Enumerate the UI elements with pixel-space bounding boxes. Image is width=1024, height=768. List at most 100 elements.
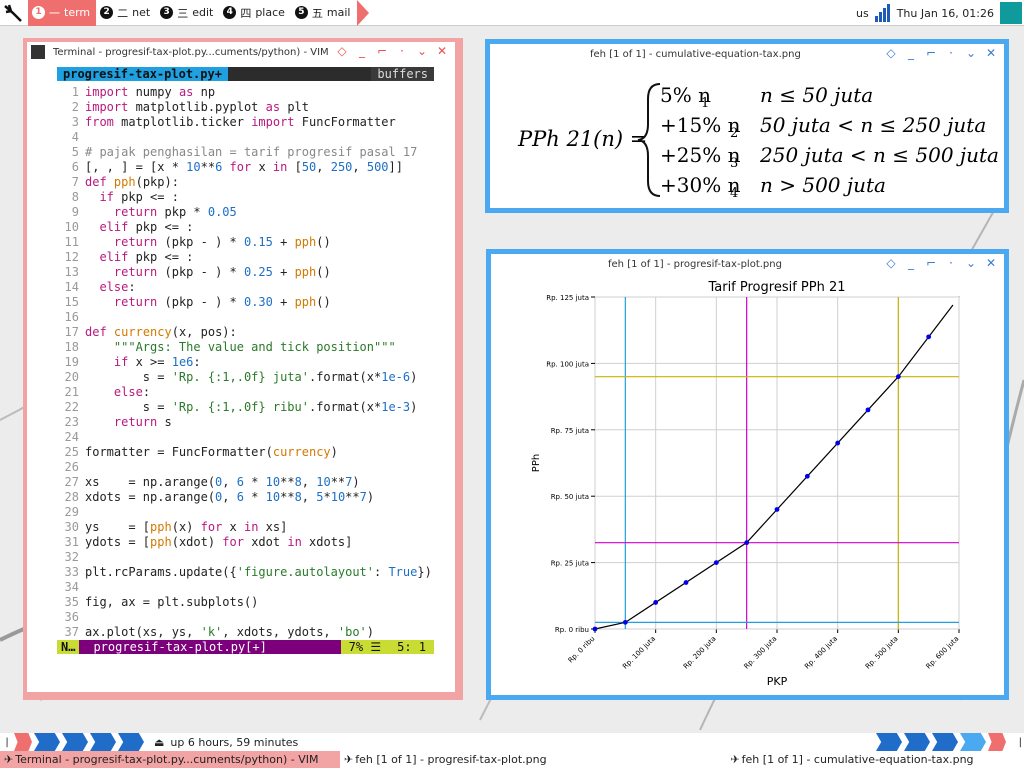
clock[interactable]: Thu Jan 16, 01:26 <box>897 7 994 20</box>
code-line[interactable]: 30 ys = [pph(x) for x in xs] <box>57 520 434 535</box>
plot-titlebar[interactable]: feh [1 of 1] - progresif-tax-plot.png ◇ … <box>491 254 1004 274</box>
workspace-2[interactable]: 2 二 net <box>96 0 156 26</box>
menu-logo-icon[interactable] <box>0 0 26 26</box>
code-editor[interactable]: 1 import numpy as np 2 import matplotlib.py… <box>57 85 434 640</box>
code-line[interactable]: 3 from matplotlib.ticker import FuncForma… <box>57 115 434 130</box>
svg-text:2: 2 <box>730 126 738 141</box>
code-line[interactable]: 26 <box>57 460 434 475</box>
workspace-switcher: 1 一 term 2 二 net 3 三 edit 4 四 place 5 五 mail <box>28 0 369 26</box>
code-line[interactable]: 22 s = 'Rp. {:1,.0f} ribu'.format(x*1e-3… <box>57 400 434 415</box>
close-icon[interactable]: ✕ <box>984 46 998 60</box>
code-line[interactable]: 13 return (pkp - ) * 0.25 + pph() <box>57 265 434 280</box>
workspace-1[interactable]: 1 一 term <box>28 0 97 26</box>
plot-title: feh [1 of 1] - progresif-tax-plot.png <box>608 258 782 270</box>
code-line[interactable]: 28 xdots = np.arange(0, 6 * 10**8, 5*10**… <box>57 490 434 505</box>
line-number: 12 <box>64 250 79 264</box>
line-number: 6 <box>71 160 79 174</box>
close-icon[interactable]: ✕ <box>435 44 449 58</box>
menu-dot-icon[interactable]: · <box>395 44 409 58</box>
code-line[interactable]: 19 if x >= 1e6: <box>57 355 434 370</box>
mini-workspaces-left[interactable] <box>14 733 146 751</box>
maximize-icon[interactable]: ⌐ <box>924 46 938 60</box>
vim-cursor-pos: 5: 1 <box>389 640 434 654</box>
shade-icon[interactable]: ⌄ <box>964 46 978 60</box>
equation-image: PPh 21(n) = 5% n 1 n ≤ 50 juta +15% n 2 … <box>517 83 999 201</box>
task-plot[interactable]: ✈ feh [1 of 1] - progresif-tax-plot.png <box>340 751 680 768</box>
line-number: 23 <box>64 415 79 429</box>
code-line[interactable]: 16 <box>57 310 434 325</box>
app-corner-icon[interactable] <box>1000 2 1022 24</box>
minimize-icon[interactable]: _ <box>904 256 918 270</box>
task-equation[interactable]: ✈ feh [1 of 1] - cumulative-equation-tax.… <box>680 751 1024 768</box>
task-icon: ✈ <box>4 753 14 766</box>
line-number: 30 <box>64 520 79 534</box>
line-number: 34 <box>64 580 79 594</box>
code-line[interactable]: 2 import matplotlib.pyplot as plt <box>57 100 434 115</box>
task-terminal[interactable]: ✈ Terminal - progresif-tax-plot.py...cume… <box>0 751 340 768</box>
code-line[interactable]: 23 return s <box>57 415 434 430</box>
code-line[interactable]: 37 ax.plot(xs, ys, 'k', xdots, ydots, 'bo… <box>57 625 434 640</box>
code-line[interactable]: 4 <box>57 130 434 145</box>
maximize-icon[interactable]: ⌐ <box>375 44 389 58</box>
code-line[interactable]: 34 <box>57 580 434 595</box>
vim-tabline: progresif-tax-plot.py+ buffers <box>57 67 434 81</box>
menu-dot-icon[interactable]: · <box>944 256 958 270</box>
code-line[interactable]: 14 else: <box>57 280 434 295</box>
workspace-4[interactable]: 4 四 place <box>219 0 291 26</box>
code-line[interactable]: 25 formatter = FuncFormatter(currency) <box>57 445 434 460</box>
workspace-3[interactable]: 3 三 edit <box>156 0 219 26</box>
svg-text:n > 500 juta: n > 500 juta <box>760 173 886 197</box>
menu-dot-icon[interactable]: · <box>944 46 958 60</box>
code-line[interactable]: 35 fig, ax = plt.subplots() <box>57 595 434 610</box>
pph-dot <box>774 507 780 512</box>
code-line[interactable]: 7 def pph(pkp): <box>57 175 434 190</box>
code-line[interactable]: 36 <box>57 610 434 625</box>
code-line[interactable]: 15 return (pkp - ) * 0.30 + pph() <box>57 295 434 310</box>
code-line[interactable]: 21 else: <box>57 385 434 400</box>
code-line[interactable]: 1 import numpy as np <box>57 85 434 100</box>
workspace-5[interactable]: 5 五 mail <box>291 0 357 26</box>
line-number: 24 <box>64 430 79 444</box>
code-line[interactable]: 20 s = 'Rp. {:1,.0f} juta'.format(x*1e-6… <box>57 370 434 385</box>
terminal-titlebar[interactable]: Terminal - progresif-tax-plot.py...cumen… <box>27 42 455 62</box>
sticky-icon[interactable]: ◇ <box>335 44 349 58</box>
shade-icon[interactable]: ⌄ <box>415 44 429 58</box>
sticky-icon[interactable]: ◇ <box>884 256 898 270</box>
code-line[interactable]: 17 def currency(x, pos): <box>57 325 434 340</box>
vim-tab[interactable]: progresif-tax-plot.py+ <box>57 67 228 81</box>
code-line[interactable]: 33 plt.rcParams.update({'figure.autolayou… <box>57 565 434 580</box>
keyboard-layout[interactable]: us <box>856 7 869 20</box>
sticky-icon[interactable]: ◇ <box>884 46 898 60</box>
code-line[interactable]: 32 <box>57 550 434 565</box>
equation-titlebar[interactable]: feh [1 of 1] - cumulative-equation-tax.p… <box>490 44 1004 64</box>
minimize-icon[interactable]: _ <box>904 46 918 60</box>
code-line[interactable]: 12 elif pkp <= : <box>57 250 434 265</box>
code-line[interactable]: 6 [, , ] = [x * 10**6 for x in [50, 250, … <box>57 160 434 175</box>
code-line[interactable]: 11 return (pkp - ) * 0.15 + pph() <box>57 235 434 250</box>
line-number: 10 <box>64 220 79 234</box>
code-line[interactable]: 24 <box>57 430 434 445</box>
code-line[interactable]: 8 if pkp <= : <box>57 190 434 205</box>
code-line[interactable]: 18 """Args: The value and tick position"… <box>57 340 434 355</box>
close-icon[interactable]: ✕ <box>984 256 998 270</box>
line-number: 3 <box>71 115 79 129</box>
y-tick-label: Rp. 75 juta <box>551 427 589 435</box>
code-line[interactable]: 27 xs = np.arange(0, 6 * 10**8, 10**7) <box>57 475 434 490</box>
x-tick-label: Rp. 200 juta <box>682 635 718 671</box>
tax-chart: Rp. 0 ribu Rp. 100 juta Rp. 200 juta Rp. 30… <box>531 280 960 688</box>
minimize-icon[interactable]: _ <box>355 44 369 58</box>
maximize-icon[interactable]: ⌐ <box>924 256 938 270</box>
code-line[interactable]: 5 # pajak penghasilan = tarif progresif p… <box>57 145 434 160</box>
y-axis-label: PPh <box>531 454 542 472</box>
code-line[interactable]: 9 return pkp * 0.05 <box>57 205 434 220</box>
mini-workspaces-right[interactable] <box>876 733 1008 751</box>
code-line[interactable]: 29 <box>57 505 434 520</box>
svg-text:1: 1 <box>701 96 709 111</box>
y-tick-label: Rp. 0 ribu <box>555 626 589 634</box>
code-line[interactable]: 10 elif pkp <= : <box>57 220 434 235</box>
code-line[interactable]: 31 ydots = [pph(xdot) for xdot in xdots] <box>57 535 434 550</box>
x-axis-label: PKP <box>767 675 788 688</box>
x-tick-label: Rp. 500 juta <box>864 635 900 671</box>
shade-icon[interactable]: ⌄ <box>964 256 978 270</box>
line-number: 28 <box>64 490 79 504</box>
